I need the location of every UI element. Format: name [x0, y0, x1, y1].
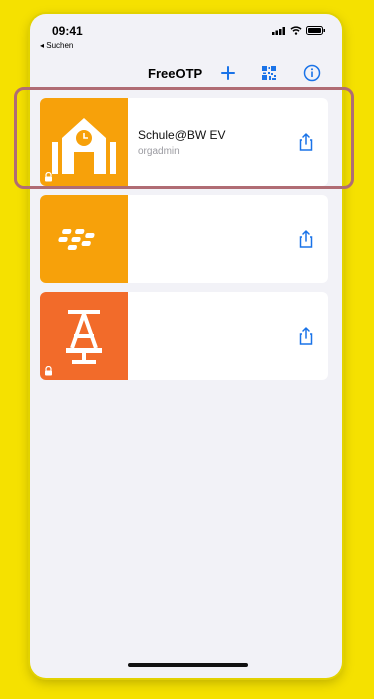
token-card[interactable] — [40, 195, 328, 283]
add-button[interactable] — [218, 63, 238, 83]
token-card[interactable] — [40, 292, 328, 380]
token-tile — [40, 195, 128, 283]
status-time: 09:41 — [52, 24, 83, 38]
blackberry-icon — [58, 229, 95, 250]
share-icon[interactable] — [296, 229, 316, 249]
anchor-a-icon — [66, 310, 102, 364]
info-button[interactable] — [302, 63, 322, 83]
back-link[interactable]: ◂ Suchen — [40, 41, 73, 50]
home-indicator[interactable] — [128, 663, 248, 667]
signal-icon — [272, 26, 285, 35]
plus-icon — [221, 66, 235, 80]
status-bar: 09:41 ◂ Suchen — [30, 14, 342, 58]
nav-bar: FreeOTP — [30, 60, 342, 86]
qr-code-icon — [262, 66, 276, 80]
app-title: FreeOTP — [148, 66, 203, 81]
share-icon[interactable] — [296, 326, 316, 346]
scan-qr-button[interactable] — [259, 63, 279, 83]
info-icon — [303, 64, 321, 82]
status-icons — [272, 26, 326, 35]
wifi-icon — [290, 26, 302, 35]
battery-icon — [306, 26, 325, 35]
lock-icon — [45, 366, 52, 376]
highlight-frame — [14, 87, 354, 189]
token-tile — [40, 292, 128, 380]
